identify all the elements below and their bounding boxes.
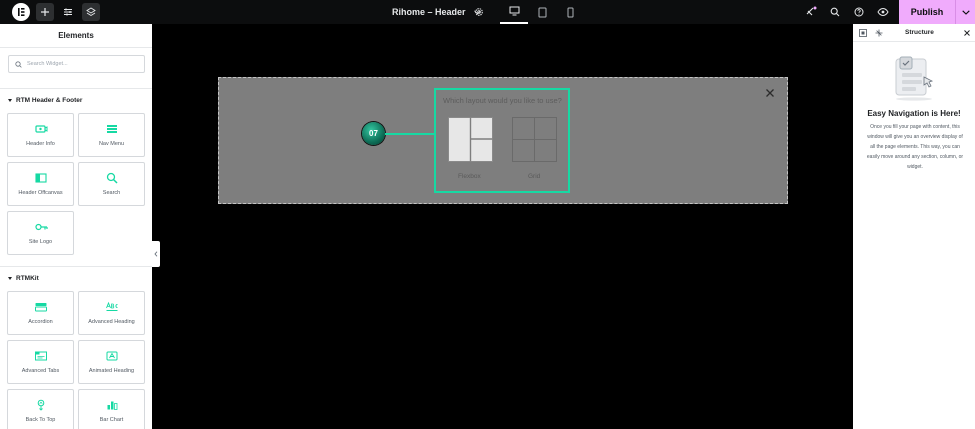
elementor-logo-icon[interactable] bbox=[12, 3, 30, 21]
widget-header-offcanvas[interactable]: Header Offcanvas bbox=[7, 162, 74, 206]
caret-down-icon bbox=[8, 277, 12, 280]
layout-question: Which layout would you like to use? bbox=[443, 96, 562, 105]
finder-search-icon[interactable] bbox=[826, 3, 844, 21]
preview-eye-icon[interactable] bbox=[874, 3, 892, 21]
structure-layers-icon[interactable] bbox=[82, 3, 100, 21]
panel-divider bbox=[0, 266, 152, 267]
grid-option-label: Grid bbox=[528, 173, 541, 180]
widget-label: Animated Heading bbox=[88, 368, 135, 374]
widget-header-info[interactable]: Header Info bbox=[7, 113, 74, 157]
tabs-icon bbox=[34, 351, 47, 361]
grid-layout-icon bbox=[512, 117, 557, 162]
empty-state-description: Once you fill your page with content, th… bbox=[866, 124, 964, 170]
widget-label: Header Offcanvas bbox=[18, 190, 63, 196]
widget-back-to-top[interactable]: Back To Top bbox=[7, 389, 74, 429]
caret-down-icon bbox=[8, 99, 12, 102]
flexbox-option-label: Flexbox bbox=[458, 173, 481, 180]
category-label: RTMKit bbox=[16, 275, 39, 282]
search-widget-icon bbox=[106, 172, 118, 184]
chevron-left-icon bbox=[154, 251, 158, 257]
navigation-illustration-icon bbox=[895, 56, 934, 101]
widget-label: Nav Menu bbox=[98, 141, 125, 147]
site-logo-icon bbox=[34, 223, 48, 231]
elements-panel-title: Elements bbox=[0, 24, 152, 48]
back-to-top-icon bbox=[37, 399, 44, 411]
notifications-icon[interactable] bbox=[802, 3, 820, 21]
step-connector-line bbox=[385, 133, 435, 135]
widget-search-input[interactable] bbox=[27, 61, 137, 67]
publish-button[interactable]: Publish bbox=[899, 0, 955, 24]
advanced-heading-icon bbox=[105, 301, 118, 311]
widget-site-logo[interactable]: Site Logo bbox=[7, 211, 74, 255]
category-label: RTM Header & Footer bbox=[16, 97, 83, 104]
collapse-panel-toggle[interactable] bbox=[152, 241, 160, 267]
header-info-icon bbox=[34, 125, 47, 133]
widget-accordion[interactable]: Accordion bbox=[7, 291, 74, 335]
document-title-text: Rihome – Header bbox=[392, 7, 466, 17]
page-settings-gear-icon[interactable] bbox=[470, 3, 488, 21]
nav-menu-icon bbox=[106, 125, 117, 133]
widget-label: Site Logo bbox=[28, 239, 53, 245]
settings-sliders-icon[interactable] bbox=[59, 3, 77, 21]
desktop-view-icon[interactable] bbox=[500, 0, 528, 24]
grid-option[interactable] bbox=[512, 117, 557, 162]
offcanvas-icon bbox=[34, 173, 47, 183]
tablet-view-icon[interactable] bbox=[528, 0, 556, 24]
widget-animated-heading[interactable]: Animated Heading bbox=[78, 340, 145, 384]
widget-advanced-tabs[interactable]: Advanced Tabs bbox=[7, 340, 74, 384]
search-icon bbox=[15, 60, 22, 68]
empty-state-title: Easy Navigation is Here! bbox=[867, 109, 961, 118]
elements-panel: Elements RTM Header & Footer Header Info… bbox=[0, 24, 152, 429]
close-icon[interactable] bbox=[963, 29, 971, 37]
bar-chart-icon bbox=[107, 401, 117, 410]
add-element-icon[interactable] bbox=[36, 3, 54, 21]
widget-nav-menu[interactable]: Nav Menu bbox=[78, 113, 145, 157]
accordion-icon bbox=[34, 303, 47, 312]
structure-panel-title: Structure bbox=[905, 29, 934, 36]
ai-sparkle-icon[interactable] bbox=[875, 29, 883, 37]
category-rtm-header-footer[interactable]: RTM Header & Footer bbox=[8, 97, 82, 104]
widget-advanced-heading[interactable]: Advanced Heading bbox=[78, 291, 145, 335]
publish-options-chevron-icon[interactable] bbox=[955, 0, 975, 24]
mobile-view-icon[interactable] bbox=[556, 0, 584, 24]
flexbox-option[interactable] bbox=[448, 117, 493, 162]
step-badge: 07 bbox=[362, 122, 385, 145]
widget-search-box[interactable] bbox=[8, 55, 145, 73]
widget-label: Back To Top bbox=[25, 417, 56, 423]
close-icon[interactable] bbox=[764, 86, 776, 98]
category-rtmkit[interactable]: RTMKit bbox=[8, 275, 39, 282]
widget-label: Advanced Heading bbox=[88, 319, 135, 325]
widget-label: Header Info bbox=[26, 141, 55, 147]
top-bar: Rihome – Header Publish bbox=[0, 0, 975, 24]
structure-panel: Structure Easy Navigation is Here! Once … bbox=[853, 24, 975, 429]
help-icon[interactable] bbox=[850, 3, 868, 21]
widget-bar-chart[interactable]: Bar Chart bbox=[78, 389, 145, 429]
panel-divider bbox=[0, 88, 152, 89]
panel-toggle-icon[interactable] bbox=[859, 29, 867, 37]
document-title[interactable]: Rihome – Header bbox=[392, 0, 481, 24]
widget-label: Search bbox=[102, 190, 121, 196]
widget-label: Advanced Tabs bbox=[21, 368, 60, 374]
animated-heading-icon bbox=[106, 351, 117, 361]
flexbox-layout-icon bbox=[448, 117, 493, 162]
widget-label: Accordion bbox=[28, 319, 53, 325]
widget-label: Bar Chart bbox=[99, 417, 124, 423]
responsive-device-switcher bbox=[500, 0, 584, 24]
widget-search[interactable]: Search bbox=[78, 162, 145, 206]
structure-panel-header: Structure bbox=[853, 24, 975, 42]
